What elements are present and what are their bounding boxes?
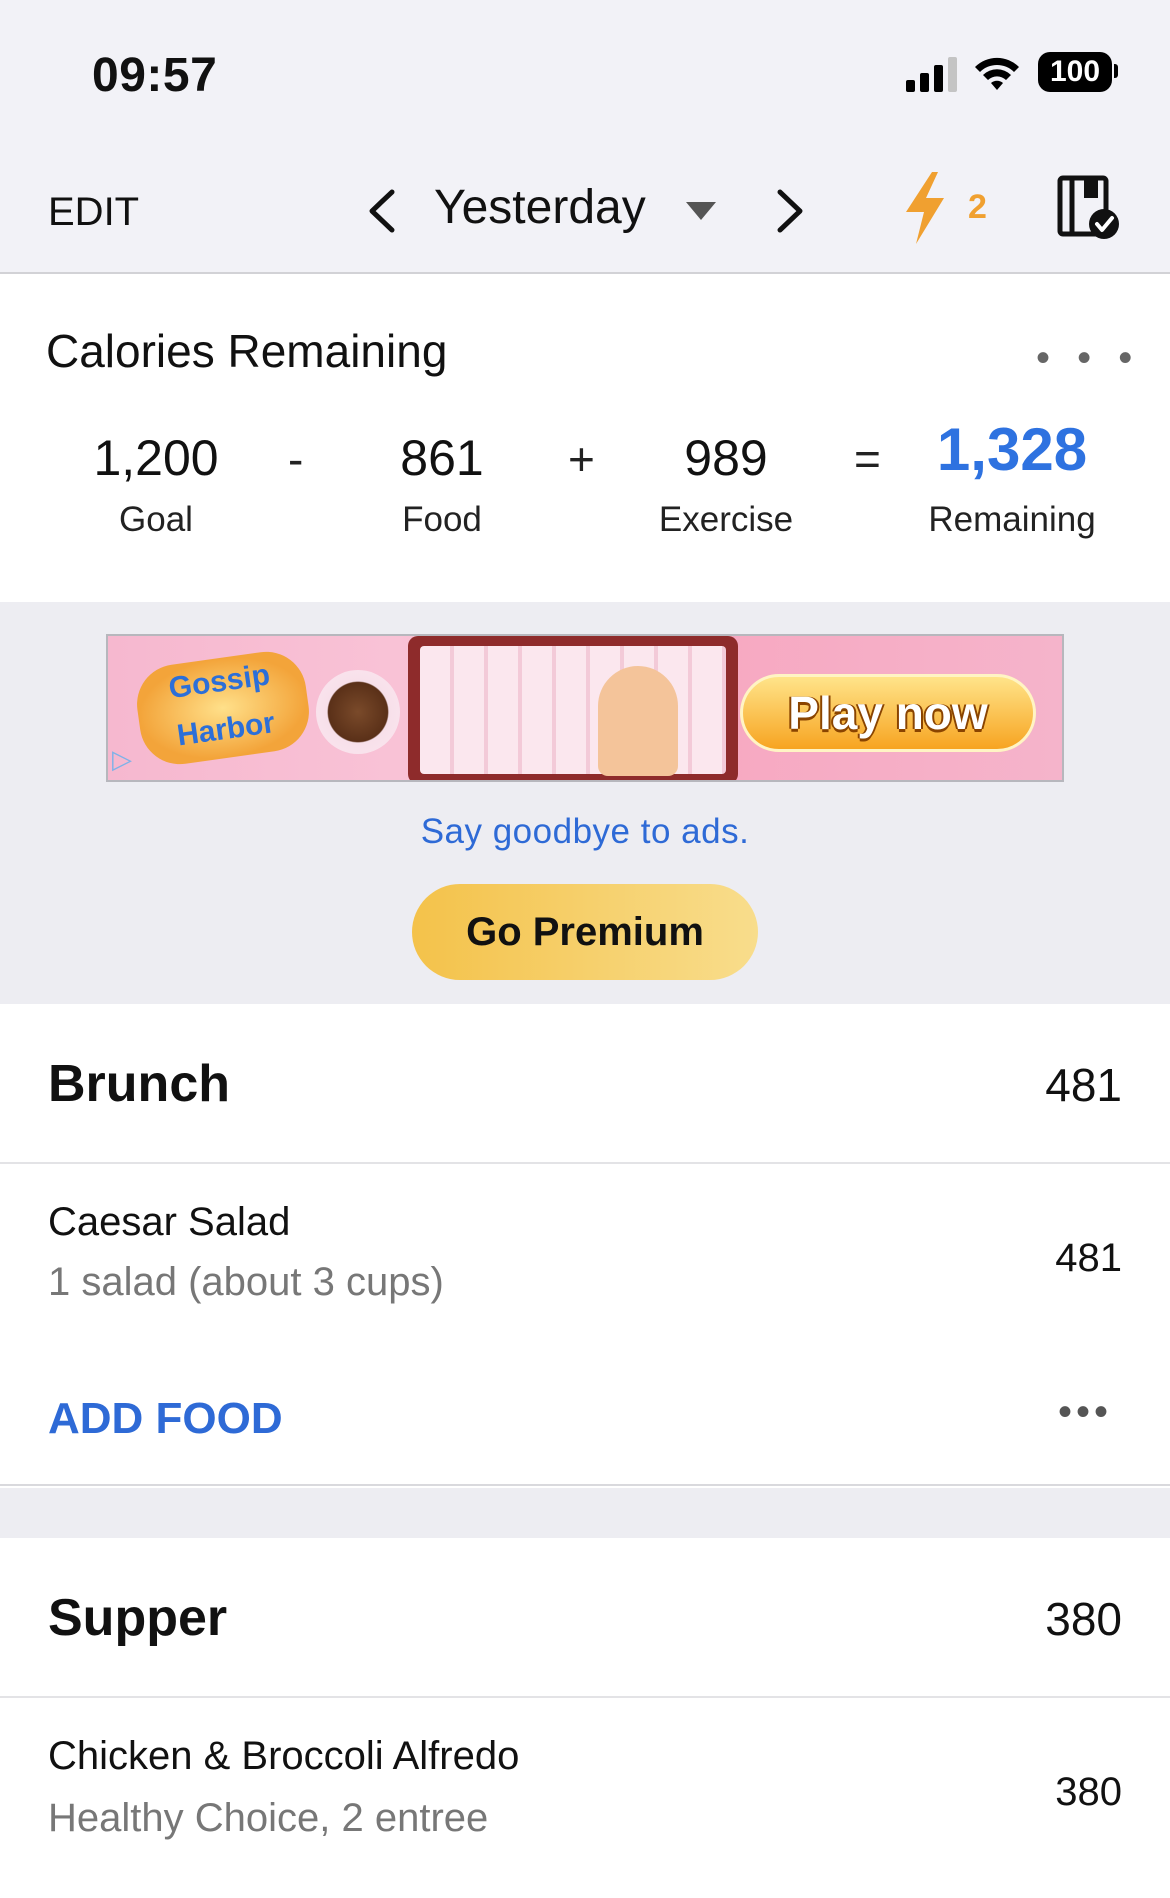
food-serving: 1 salad (about 3 cups) (48, 1260, 444, 1304)
food-label: Food (402, 500, 482, 539)
ad-pointing-hand-image (598, 666, 678, 776)
meal-header-brunch[interactable]: Brunch 481 (0, 1004, 1170, 1164)
food-entry[interactable]: Chicken & Broccoli Alfredo Healthy Choic… (0, 1700, 1170, 1898)
battery-nub (1114, 64, 1118, 78)
ad-banner[interactable]: Gossip Harbor Play now ▷ (106, 634, 1064, 782)
exercise-value: 989 (684, 430, 768, 486)
calories-remaining-title: Calories Remaining (46, 325, 448, 377)
status-bar: 09:57 100 (0, 0, 1170, 150)
streak-count[interactable]: 2 (968, 188, 987, 227)
section-divider (0, 1488, 1170, 1538)
food-column: 861 Food (342, 426, 542, 540)
plus-operator: + (568, 433, 595, 485)
caret-down-icon[interactable] (686, 202, 716, 220)
date-selector[interactable]: Yesterday (434, 180, 646, 235)
meal-total-calories: 380 (1045, 1593, 1122, 1645)
ad-game-tiles (420, 646, 726, 774)
ad-section: Gossip Harbor Play now ▷ Say goodbye to … (0, 602, 1170, 1004)
minus-operator: - (288, 433, 304, 485)
remaining-label: Remaining (928, 500, 1096, 539)
ad-game-board-image (408, 636, 738, 780)
exercise-label: Exercise (658, 500, 794, 539)
previous-day-chevron-icon[interactable] (364, 186, 400, 236)
next-day-chevron-icon[interactable] (772, 186, 808, 236)
food-calories: 481 (1055, 1236, 1122, 1280)
food-calories: 380 (1055, 1770, 1122, 1814)
food-name: Chicken & Broccoli Alfredo (48, 1734, 520, 1778)
meal-more-options-icon[interactable]: ••• (1058, 1390, 1112, 1435)
edit-button[interactable]: EDIT (48, 190, 139, 235)
ad-cake-image (316, 670, 400, 754)
add-food-row: ADD FOOD ••• (0, 1346, 1170, 1486)
status-time: 09:57 (92, 49, 218, 102)
ad-choices-icon[interactable]: ▷ (112, 744, 142, 774)
goal-label: Goal (119, 500, 193, 539)
food-serving: Healthy Choice, 2 entree (48, 1796, 489, 1840)
diary-header: EDIT Yesterday 2 (0, 150, 1170, 274)
exercise-column: 989 Exercise (626, 426, 826, 540)
goal-value: 1,200 (93, 430, 219, 486)
remove-ads-link[interactable]: Say goodbye to ads. (0, 812, 1170, 852)
ad-play-now-button[interactable]: Play now (740, 674, 1036, 752)
complete-diary-icon[interactable] (1056, 174, 1120, 240)
lightning-bolt-icon[interactable] (902, 172, 948, 244)
meal-name: Brunch (48, 1055, 230, 1113)
remaining-value: 1,328 (936, 416, 1088, 483)
food-entry[interactable]: Caesar Salad 1 salad (about 3 cups) 481 (0, 1166, 1170, 1336)
ad-game-logo: Gossip Harbor (131, 646, 315, 770)
meal-header-supper[interactable]: Supper 380 (0, 1538, 1170, 1698)
go-premium-button[interactable]: Go Premium (412, 884, 758, 980)
add-food-button[interactable]: ADD FOOD (48, 1394, 283, 1444)
goal-column: 1,200 Goal (56, 426, 256, 540)
equals-operator: = (854, 433, 881, 485)
more-options-icon[interactable]: • • • (1036, 336, 1140, 381)
calories-remaining-card: Calories Remaining • • • 1,200 Goal - 86… (0, 276, 1170, 602)
battery-icon: 100 (1038, 52, 1112, 92)
meal-total-calories: 481 (1045, 1059, 1122, 1111)
food-name: Caesar Salad (48, 1200, 291, 1244)
remaining-column: 1,328 Remaining (912, 418, 1112, 540)
food-value: 861 (400, 430, 484, 486)
cellular-signal-icon (906, 57, 957, 92)
wifi-icon (975, 57, 1019, 90)
meal-name: Supper (48, 1589, 228, 1647)
